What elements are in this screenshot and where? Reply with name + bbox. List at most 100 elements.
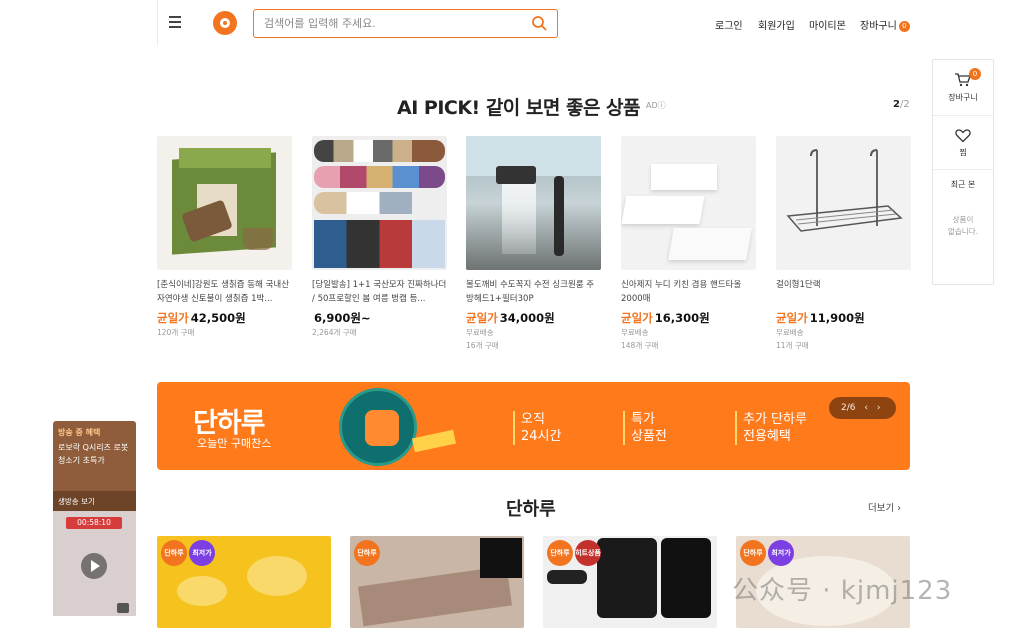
product-sold: 11개 구매 [776,341,809,350]
product-card[interactable]: 신아제지 누디 키친 겸용 핸드타올 2000매 균일가 16,300원 무료배송… [621,136,756,352]
product-shipping: 무료배송 [776,328,804,337]
more-label: 더보기 [868,503,895,514]
signup-link[interactable]: 회원가입 [758,17,795,32]
lowest-price-chip: 최저가 [189,540,215,566]
product-card[interactable]: [당일발송] 1+1 국산모자 진짜하나더 / 50프로할인 봄 여름 벙캡 등… [312,136,447,339]
more-link[interactable]: 더보기 › [868,500,901,514]
feature-line1: 추가 단하루 [743,412,807,427]
product-sold: 148개 구매 [621,341,659,350]
ai-pick-pager: 2/2 [893,99,910,110]
product-name[interactable]: 볼도깨비 수도꼭지 수전 싱크원룸 주방헤드1+필터30P [466,278,601,306]
deal-card[interactable]: 단하루 [350,536,524,628]
product-card[interactable]: [춘식이네]강원도 생칡즙 동해 국내산 자연야생 신토불이 생칡즙 1박...… [157,136,292,339]
price-value: 16,300원 [654,311,710,325]
live-video[interactable]: 00:58:10 [53,511,136,616]
side-wish[interactable]: 찜 [933,116,993,170]
pager-total: /2 [899,99,910,110]
deal-card[interactable]: 단하루 최저가 [157,536,331,628]
mytemon-link[interactable]: 마이티몬 [809,17,846,32]
ribbon-graphic [412,429,456,453]
product-image[interactable] [466,136,601,270]
banner-pager-text: 2/6 [841,403,856,413]
feature-line2: 전용혜택 [743,429,791,444]
menu-icon[interactable] [169,14,185,30]
hit-item-chip: 히트상품 [575,540,601,566]
price-value: 42,500원 [190,311,246,325]
product-price: 균일가 11,900원 [776,310,911,326]
deal-card[interactable]: 단하루 히트상품 [543,536,717,628]
product-shipping: 무료배송 [621,328,649,337]
product-sold: 120개 구매 [157,328,195,337]
play-icon[interactable] [81,553,107,579]
live-info: 방송 중 혜택 로보락 Q시리즈 로봇청소기 초특가 [53,421,136,491]
banner-pager: 2/6 ‹ › [829,397,896,419]
product-image[interactable] [621,136,756,270]
lowest-price-chip: 최저가 [768,540,794,566]
product-price: 균일가 16,300원 [621,310,756,326]
banner-next-icon[interactable]: › [877,403,881,413]
cart-link-label: 장바구니 [860,21,897,32]
banner-feature: 특가상품전 [623,411,667,445]
cart-count-badge: 0 [898,21,910,32]
product-image[interactable] [312,136,447,270]
live-label: 방송 중 혜택 [58,428,101,437]
live-text: 로보락 Q시리즈 로봇청소기 초특가 [58,443,129,465]
search-input[interactable] [264,15,514,32]
live-watch-link[interactable]: 생방송 보기 [53,491,136,511]
dahalu-chip: 단하루 [161,540,187,566]
side-cart[interactable]: 0 장바구니 [933,60,993,116]
product-image[interactable] [776,136,911,270]
product-name[interactable]: [춘식이네]강원도 생칡즙 동해 국내산 자연야생 신토불이 생칡즙 1박... [157,278,292,306]
header-divider [157,0,158,46]
mute-icon[interactable] [117,603,129,613]
chevron-right-icon: › [897,503,902,514]
product-price: 6,900원~ [312,310,447,326]
product-sold: 16개 구매 [466,341,499,350]
pager-current: 2 [893,99,900,110]
banner-feature: 추가 단하루전용혜택 [735,411,807,445]
product-price: 균일가 34,000원 [466,310,601,326]
login-link[interactable]: 로그인 [715,17,743,32]
dahalu-banner[interactable]: 단하루 오늘만 구매찬스 오직 24시간 특가 상품전 추가 단하루 전용혜택 2/6… [157,382,910,470]
search-box[interactable] [253,9,558,38]
side-recent-label: 최근 본 [950,180,976,189]
price-tag: 균일가 [621,311,653,325]
feature-line1: 특가 [631,412,655,427]
search-icon[interactable] [531,15,547,31]
side-recent[interactable]: 최근 본 [933,170,993,200]
product-name[interactable]: [당일발송] 1+1 국산모자 진짜하나더 / 50프로할인 봄 여름 벙캡 등… [312,278,447,306]
ai-pick-title: AI PICK! 같이 보면 좋은 상품 [397,97,641,119]
fist-graphic [365,410,399,446]
price-value: 11,900원 [809,311,865,325]
product-sold: 2,264개 구매 [312,328,357,337]
dahalu-chip: 단하루 [547,540,573,566]
live-watch-label: 생방송 보기 [58,497,95,506]
price-value: 34,000원 [499,311,555,325]
product-name[interactable]: 걸이형1단랙 [776,278,911,306]
product-price: 균일가 42,500원 [157,310,292,326]
header: 로그인 회원가입 마이티몬 장바구니0 [0,0,1024,46]
side-panel: 0 장바구니 찜 최근 본 상품이 없습니다. [932,59,994,285]
live-widget[interactable]: 방송 중 혜택 로보락 Q시리즈 로봇청소기 초특가 생방송 보기 00:58:… [53,421,136,616]
ad-badge[interactable]: ADⓘ [646,100,666,111]
banner-feature: 오직 24시간 [513,411,561,445]
product-image[interactable] [157,136,292,270]
dahalu-chip: 단하루 [354,540,380,566]
side-cart-label: 장바구니 [948,93,978,102]
price-tag: 균일가 [776,311,808,325]
side-empty-text: 상품이 없습니다. [948,215,978,236]
price-tag: 균일가 [157,311,189,325]
product-card[interactable]: 걸이형1단랙 균일가 11,900원 무료배송 11개 구매 [776,136,911,352]
logo[interactable] [213,11,237,35]
watermark: 公众号 · kjmj123 [732,576,953,606]
live-timer: 00:58:10 [66,517,122,529]
product-shipping: 무료배송 [466,328,494,337]
price-value: 6,900원~ [314,311,371,325]
cart-link[interactable]: 장바구니 0 [860,17,910,32]
feature-line2: 상품전 [631,429,667,444]
dahalu-chip: 단하루 [740,540,766,566]
product-card[interactable]: 볼도깨비 수도꼭지 수전 싱크원룸 주방헤드1+필터30P 균일가 34,000원… [466,136,601,352]
banner-prev-icon[interactable]: ‹ [864,403,868,413]
product-name[interactable]: 신아제지 누디 키친 겸용 핸드타올 2000매 [621,278,756,306]
section-title: 단하루 [506,499,556,520]
